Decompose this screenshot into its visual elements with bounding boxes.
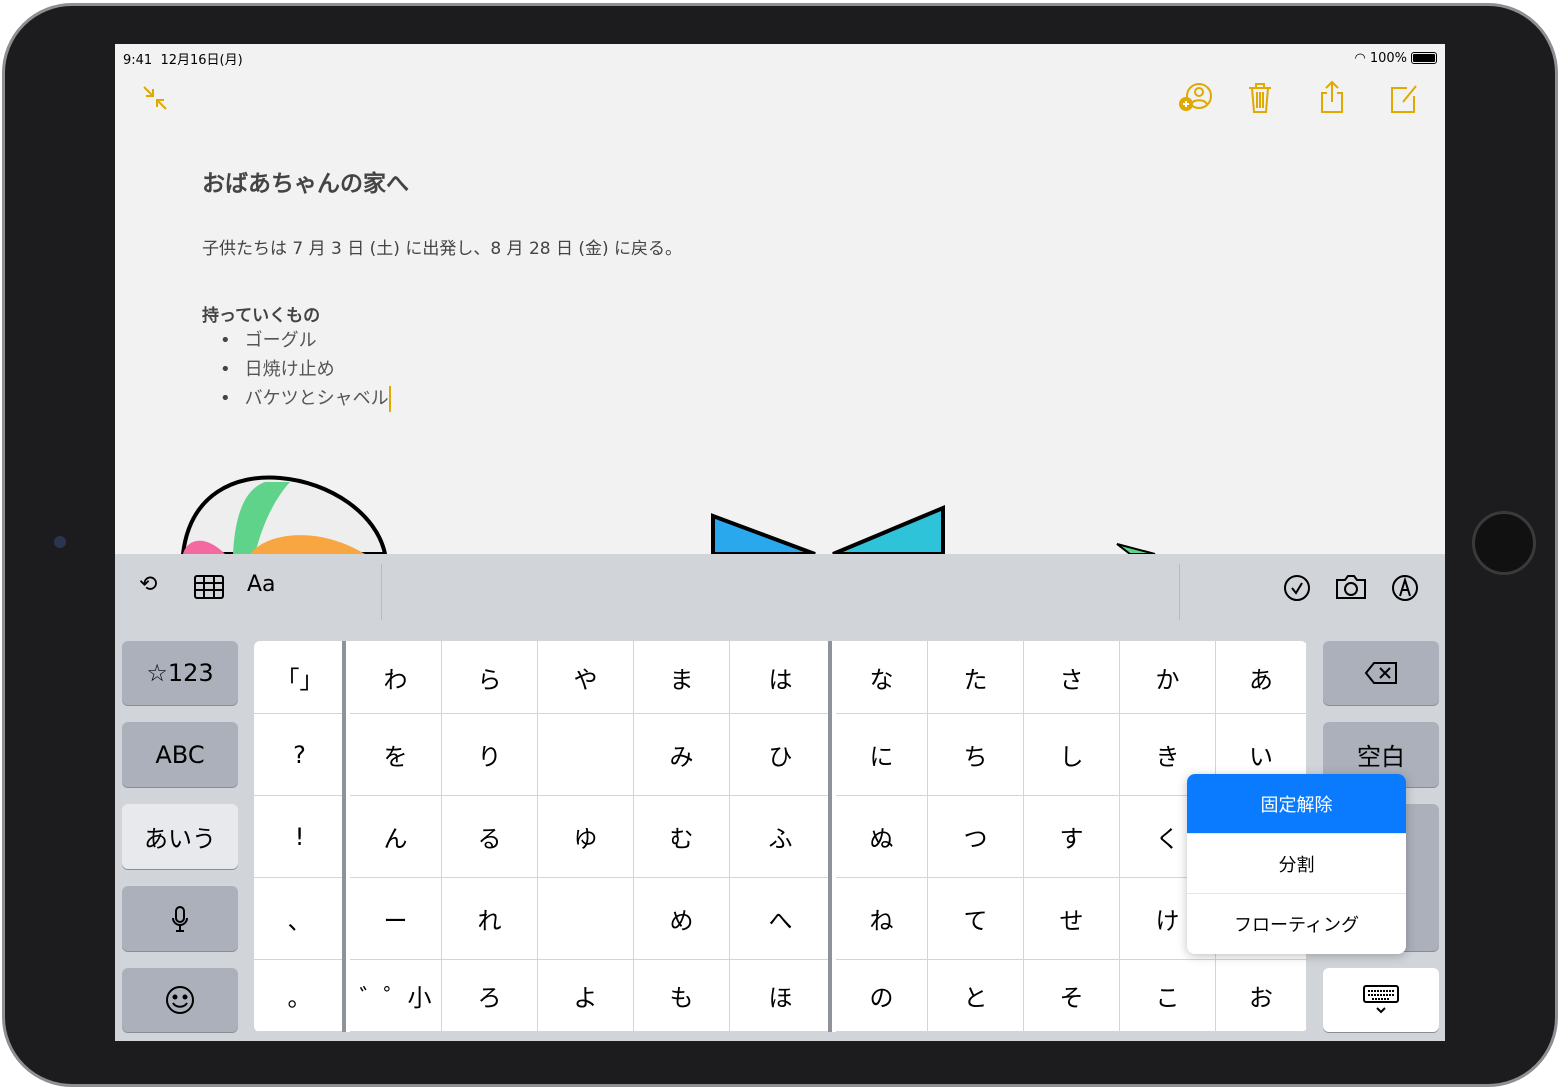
format-button[interactable]: Aa (247, 572, 276, 597)
keyboard-hide-icon (1363, 985, 1399, 1014)
backspace-icon (1364, 662, 1397, 684)
dismiss-keyboard-key[interactable] (1323, 968, 1439, 1032)
menu-item-floating[interactable]: フローティング (1187, 894, 1406, 954)
kana-key[interactable]: ま (634, 641, 730, 714)
battery-percent: 100% (1369, 50, 1407, 66)
emoji-icon (166, 986, 194, 1014)
kana-key-grid: 「」わらやまはなたさかあ?をりみひにちしきい!んるゆむふぬつすくう、ーれめへねて… (254, 641, 1307, 1032)
menu-item-split[interactable]: 分割 (1187, 834, 1406, 894)
kana-key[interactable]: め (634, 878, 730, 960)
kana-key[interactable]: よ (538, 960, 634, 1032)
kana-key[interactable]: せ (1024, 878, 1120, 960)
kana-key[interactable]: む (634, 796, 730, 878)
kana-key[interactable]: ら (442, 641, 538, 714)
undo-redo-icon[interactable]: ⟲ (139, 572, 157, 597)
kana-key[interactable]: ! (254, 796, 346, 878)
home-button[interactable] (1472, 511, 1536, 575)
kana-key[interactable]: ね (836, 878, 928, 960)
kana-key[interactable]: ち (928, 714, 1024, 796)
kana-key[interactable]: ー (350, 878, 442, 960)
camera-icon[interactable] (1335, 574, 1367, 600)
dictation-key[interactable] (122, 886, 238, 951)
kana-key[interactable] (538, 714, 634, 796)
add-person-icon[interactable] (1179, 82, 1213, 114)
kana-key[interactable]: 「」 (254, 641, 346, 714)
status-bar: 9:41 12月16日(月) ◠ 100% (123, 48, 1437, 68)
delete-key[interactable] (1323, 641, 1439, 705)
keyboard-shortcut-bar: ⟲ Aa (115, 554, 1445, 640)
note-subheading: 持っていくもの (202, 306, 321, 326)
checklist-icon[interactable] (1283, 574, 1311, 602)
wifi-icon: ◠ (1354, 50, 1366, 66)
list-item: 日焼け止め (220, 355, 682, 384)
kana-key[interactable] (538, 878, 634, 960)
kana-key[interactable]: わ (350, 641, 442, 714)
kana-key[interactable]: さ (1024, 641, 1120, 714)
kana-key[interactable]: る (442, 796, 538, 878)
kana-key[interactable]: か (1120, 641, 1216, 714)
numbers-key[interactable]: ☆123 (122, 641, 238, 705)
battery-icon (1411, 52, 1437, 64)
kana-key[interactable]: す (1024, 796, 1120, 878)
kana-key[interactable]: み (634, 714, 730, 796)
kana-key[interactable]: つ (928, 796, 1024, 878)
kana-key[interactable]: ん (350, 796, 442, 878)
text-cursor (388, 386, 391, 412)
kana-key[interactable]: り (442, 714, 538, 796)
kana-key[interactable]: ふ (730, 796, 832, 878)
kana-key[interactable]: 、 (254, 878, 346, 960)
kana-key[interactable]: も (634, 960, 730, 1032)
kana-key[interactable]: と (928, 960, 1024, 1032)
kana-key[interactable]: あ (1216, 641, 1307, 714)
kana-key[interactable]: こ (1120, 960, 1216, 1032)
microphone-icon (172, 905, 188, 932)
list-item: ゴーグル (220, 326, 682, 355)
kana-key[interactable]: ひ (730, 714, 832, 796)
screen: 9:41 12月16日(月) ◠ 100% おばあちゃんの家へ 子供たちは 7 月… (115, 44, 1445, 1041)
sketch-drawing (180, 475, 1156, 554)
menu-item-undock[interactable]: 固定解除 (1187, 774, 1406, 834)
table-icon[interactable] (194, 575, 224, 599)
kana-key[interactable]: 。 (254, 960, 346, 1032)
kana-key[interactable]: の (836, 960, 928, 1032)
note-body[interactable]: おばあちゃんの家へ 子供たちは 7 月 3 日 (土) に出発し、8 月 28 … (202, 164, 682, 413)
kana-key[interactable]: そ (1024, 960, 1120, 1032)
kana-key[interactable]: た (928, 641, 1024, 714)
key-group-divider (828, 641, 832, 1032)
status-time-date: 9:41 12月16日(月) (123, 52, 243, 68)
checklist: ゴーグル 日焼け止め バケツとシャベル (220, 326, 682, 413)
kana-key[interactable]: な (836, 641, 928, 714)
kana-key[interactable]: ゆ (538, 796, 634, 878)
divider (1179, 564, 1180, 620)
kana-key[interactable]: ほ (730, 960, 832, 1032)
compose-icon[interactable] (1389, 82, 1419, 114)
kana-key[interactable]: は (730, 641, 832, 714)
kana-key[interactable]: ぬ (836, 796, 928, 878)
kana-key[interactable]: を (350, 714, 442, 796)
kana-key[interactable]: へ (730, 878, 832, 960)
note-title: おばあちゃんの家へ (202, 171, 409, 197)
kana-key[interactable]: ゛゜小 (350, 960, 442, 1032)
abc-key[interactable]: ABC (122, 722, 238, 787)
key-group-divider (342, 641, 346, 1032)
collapse-icon[interactable] (141, 84, 169, 112)
kana-key[interactable]: お (1216, 960, 1307, 1032)
kana-key[interactable]: に (836, 714, 928, 796)
kana-key[interactable]: あいう (122, 804, 238, 869)
note-paragraph: 子供たちは 7 月 3 日 (土) に出発し、8 月 28 日 (金) に戻る。 (202, 239, 683, 259)
kana-key[interactable]: ろ (442, 960, 538, 1032)
markup-icon[interactable] (1391, 574, 1419, 602)
kana-key[interactable]: し (1024, 714, 1120, 796)
list-item: バケツとシャベル (220, 384, 682, 413)
kana-key[interactable]: て (928, 878, 1024, 960)
keyboard-mode-menu: 固定解除 分割 フローティング (1187, 774, 1406, 954)
share-icon[interactable] (1319, 80, 1345, 114)
kana-key[interactable]: れ (442, 878, 538, 960)
emoji-key[interactable] (122, 968, 238, 1032)
kana-key[interactable]: ? (254, 714, 346, 796)
divider (381, 564, 382, 620)
front-camera (54, 536, 66, 548)
trash-icon[interactable] (1247, 82, 1273, 114)
kana-key[interactable]: や (538, 641, 634, 714)
